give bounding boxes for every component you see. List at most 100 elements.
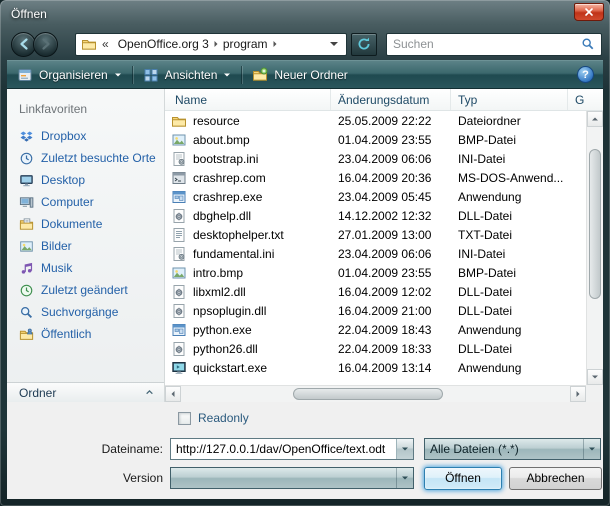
file-name: fundamental.ini	[193, 247, 274, 261]
sidebar-header: Linkfavoriten	[7, 89, 164, 125]
file-row[interactable]: about.bmp 01.04.2009 23:55 BMP-Datei	[165, 130, 586, 149]
scroll-left-button[interactable]	[165, 386, 181, 402]
new-folder-label: Neuer Ordner	[274, 68, 347, 82]
combo-dropdown-button[interactable]	[396, 439, 413, 459]
sidebar-item[interactable]: Öffentlich	[7, 323, 164, 345]
search-icon[interactable]	[581, 37, 595, 51]
app-icon	[171, 322, 187, 338]
views-label: Ansichten	[165, 68, 218, 82]
file-row[interactable]: fundamental.ini 23.04.2009 06:06 INI-Dat…	[165, 244, 586, 263]
filetype-combo[interactable]: Alle Dateien (*.*)	[424, 438, 601, 460]
sidebar-item[interactable]: Bilder	[7, 235, 164, 257]
scroll-right-button[interactable]	[570, 386, 586, 402]
sidebar-item[interactable]: Suchvorgänge	[7, 301, 164, 323]
horizontal-scroll-thumb[interactable]	[293, 388, 443, 400]
sidebar-item[interactable]: Musik	[7, 257, 164, 279]
breadcrumb-separator-icon	[273, 41, 276, 47]
file-row[interactable]: libxml2.dll 16.04.2009 12:02 DLL-Datei	[165, 282, 586, 301]
breadcrumb-collapse[interactable]: «	[97, 37, 114, 51]
column-header-type[interactable]: Typ	[451, 89, 568, 110]
refresh-button[interactable]	[351, 33, 377, 56]
readonly-checkbox[interactable]	[178, 412, 191, 425]
new-folder-button[interactable]: Neuer Ordner	[242, 61, 357, 88]
list-header: Name Änderungsdatum Typ G	[165, 89, 603, 111]
file-row[interactable]: intro.bmp 01.04.2009 23:55 BMP-Datei	[165, 263, 586, 282]
file-row[interactable]: python.exe 22.04.2009 18:43 Anwendung	[165, 320, 586, 339]
sidebar-item[interactable]: Zuletzt geändert	[7, 279, 164, 301]
file-date: 25.05.2009 22:22	[331, 114, 451, 128]
close-button[interactable]	[574, 3, 604, 21]
vertical-scroll-thumb[interactable]	[589, 149, 601, 299]
address-bar[interactable]: « OpenOffice.org 3 program	[75, 33, 347, 56]
file-date: 23.04.2009 06:06	[331, 152, 451, 166]
triangle-down-icon	[592, 376, 598, 379]
combo-dropdown-button[interactable]	[583, 439, 600, 459]
file-type: Anwendung	[451, 190, 586, 204]
vertical-scrollbar[interactable]	[586, 111, 603, 385]
search-box[interactable]	[386, 33, 602, 56]
file-row[interactable]: python26.dll 22.04.2009 18:33 DLL-Datei	[165, 339, 586, 358]
file-rows: resource 25.05.2009 22:22 Dateiordner ab…	[165, 111, 586, 385]
folders-bar[interactable]: Ordner	[7, 382, 164, 402]
breadcrumb-item-program[interactable]: program	[219, 37, 272, 51]
sidebar-item[interactable]: Desktop	[7, 169, 164, 191]
organize-icon	[17, 67, 33, 83]
open-button[interactable]: Öffnen	[424, 467, 502, 490]
file-row[interactable]: npsoplugin.dll 16.04.2009 21:00 DLL-Date…	[165, 301, 586, 320]
scroll-down-button[interactable]	[587, 369, 603, 385]
image-file-icon	[171, 132, 187, 148]
filename-combo[interactable]	[170, 438, 414, 460]
forward-button[interactable]	[33, 32, 58, 57]
file-row[interactable]: crashrep.com 16.04.2009 20:36 MS-DOS-Anw…	[165, 168, 586, 187]
file-name: intro.bmp	[193, 266, 243, 280]
dropdown-arrow-icon	[224, 73, 230, 76]
documents-icon	[19, 217, 34, 232]
address-dropdown-button[interactable]	[327, 34, 341, 55]
computer-icon	[19, 195, 34, 210]
column-header-name[interactable]: Name	[165, 89, 331, 110]
version-combo[interactable]	[170, 467, 414, 489]
views-button[interactable]: Ansichten	[133, 61, 242, 88]
organize-button[interactable]: Organisieren	[7, 61, 132, 88]
version-label: Version	[7, 471, 163, 485]
dropbox-icon	[19, 129, 34, 144]
sidebar-item[interactable]: Dropbox	[7, 125, 164, 147]
navigation-bar: « OpenOffice.org 3 program	[7, 28, 603, 60]
scroll-up-button[interactable]	[587, 111, 603, 127]
sidebar-item[interactable]: Computer	[7, 191, 164, 213]
triangle-left-icon	[172, 391, 175, 397]
scrollbar-corner	[586, 385, 603, 402]
dialog-footer: Readonly Dateiname: Alle Dateien (*.*) V…	[7, 402, 603, 499]
filename-input[interactable]	[171, 442, 396, 456]
triangle-up-icon	[592, 118, 598, 121]
folders-label: Ordner	[19, 386, 56, 400]
file-row[interactable]: resource 25.05.2009 22:22 Dateiordner	[165, 111, 586, 130]
file-list: Name Änderungsdatum Typ G resource 25.05…	[165, 89, 603, 402]
dropdown-arrow-icon	[402, 448, 408, 451]
sidebar-item[interactable]: Dokumente	[7, 213, 164, 235]
breadcrumb-item-openoffice[interactable]: OpenOffice.org 3	[114, 37, 213, 51]
organize-label: Organisieren	[39, 68, 108, 82]
horizontal-scrollbar[interactable]	[165, 385, 586, 402]
column-header-size[interactable]: G	[568, 89, 603, 110]
searches-icon	[19, 305, 34, 320]
dropdown-arrow-icon	[589, 448, 595, 451]
search-input[interactable]	[393, 37, 577, 51]
window-title: Öffnen	[11, 7, 47, 21]
file-row[interactable]: desktophelper.txt 27.01.2009 13:00 TXT-D…	[165, 225, 586, 244]
file-row[interactable]: bootstrap.ini 23.04.2009 06:06 INI-Datei	[165, 149, 586, 168]
column-header-date[interactable]: Änderungsdatum	[331, 89, 451, 110]
cancel-button[interactable]: Abbrechen	[509, 467, 602, 490]
titlebar[interactable]: Öffnen	[0, 0, 610, 28]
file-date: 16.04.2009 21:00	[331, 304, 451, 318]
file-row[interactable]: crashrep.exe 23.04.2009 05:45 Anwendung	[165, 187, 586, 206]
sidebar-item[interactable]: Zuletzt besuchte Orte	[7, 147, 164, 169]
music-icon	[19, 261, 34, 276]
file-name: python.exe	[193, 323, 252, 337]
file-row[interactable]: quickstart.exe 16.04.2009 13:14 Anwendun…	[165, 358, 586, 377]
dropdown-arrow-icon	[115, 73, 121, 76]
combo-dropdown-button[interactable]	[396, 468, 413, 488]
folder-icon	[171, 113, 187, 129]
file-row[interactable]: dbghelp.dll 14.12.2002 12:32 DLL-Datei	[165, 206, 586, 225]
help-button[interactable]: ?	[577, 66, 594, 83]
